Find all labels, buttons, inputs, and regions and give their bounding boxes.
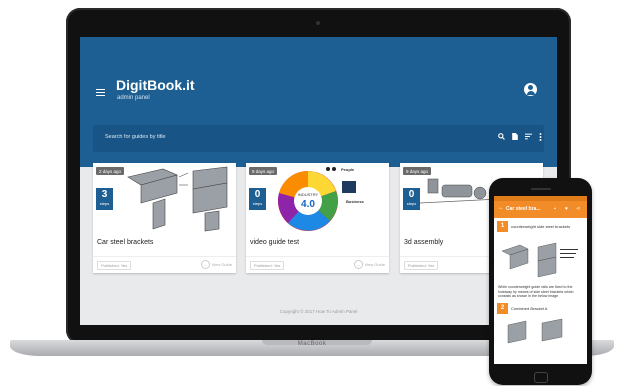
- steps-label: steps: [406, 201, 417, 206]
- view-guide-label: View Guide: [211, 262, 232, 267]
- arrow-icon: →: [353, 260, 363, 269]
- industry-text: INDUSTRY: [298, 192, 319, 197]
- date-label: 2 days ago: [96, 167, 125, 175]
- step-number: 1: [497, 221, 508, 232]
- date-label: 9 days ago: [249, 167, 278, 175]
- svg-text:· · ·: · · ·: [161, 170, 166, 174]
- business-text: Business: [346, 199, 365, 204]
- step-image: [498, 235, 583, 283]
- search-bar: [93, 125, 544, 152]
- step-title: counterweight side steel brackets: [511, 224, 571, 229]
- steps-badge: 3 steps: [96, 188, 113, 210]
- step-number: 2: [497, 302, 508, 314]
- phone-app-bar: ← Car steel bra... ▪ ♥ ⋖: [494, 201, 587, 218]
- laptop-screen: DigitBook.it admin panel Search for guid…: [80, 37, 557, 325]
- view-guide-link[interactable]: →View Guide: [200, 260, 232, 269]
- published-tag: Published: Yes: [250, 261, 285, 270]
- app-title: DigitBook.it: [116, 77, 195, 93]
- steps-count: 0: [254, 189, 261, 200]
- steps-label: steps: [252, 201, 263, 206]
- guide-card[interactable]: · · · 2 days ago 3 steps Car steel brack…: [93, 163, 236, 273]
- step-description: While counterweight guide rails are fixe…: [498, 285, 574, 299]
- app-header: DigitBook.it admin panel: [80, 37, 557, 167]
- phone-screen: ← Car steel bra... ▪ ♥ ⋖ 1 counterweight…: [494, 196, 587, 364]
- share-icon[interactable]: ⋖: [576, 206, 580, 212]
- search-icon[interactable]: [498, 133, 505, 144]
- guide-title[interactable]: Car steel brackets: [97, 239, 153, 246]
- menu-icon[interactable]: [96, 89, 105, 97]
- phone-step[interactable]: 2 Combined Bracket A: [497, 302, 584, 317]
- bookmark-icon[interactable]: ▪: [554, 206, 556, 212]
- guide-card[interactable]: INDUSTRY 4.0 People Business 9 days ago …: [246, 163, 389, 273]
- published-tag: Published: Yes: [404, 261, 439, 270]
- camera-dot: [316, 21, 320, 25]
- steps-badge: 0 steps: [249, 188, 266, 210]
- step-image: [498, 317, 583, 347]
- app-subtitle: admin panel: [117, 95, 150, 101]
- view-guide-label: View Guide: [364, 262, 385, 267]
- steps-badge: 0 steps: [403, 188, 420, 210]
- sort-icon[interactable]: [525, 133, 532, 144]
- people-text: People: [341, 167, 355, 172]
- guide-title[interactable]: 3d assembly: [404, 239, 443, 246]
- phone-header-title: Car steel bra...: [506, 206, 541, 212]
- document-icon[interactable]: [512, 133, 518, 144]
- back-arrow-icon[interactable]: ←: [498, 205, 504, 211]
- step-title: Combined Bracket A: [511, 305, 548, 311]
- copyright-footer: Copyright © 2017 How To Admin Panel: [279, 309, 358, 314]
- phone-step[interactable]: 1 counterweight side steel brackets: [497, 221, 584, 235]
- steps-count: 0: [408, 189, 415, 200]
- account-icon[interactable]: [524, 83, 537, 96]
- search-input[interactable]: [105, 134, 405, 140]
- card-footer: Published: Yes →View Guide: [246, 256, 389, 274]
- steps-label: steps: [99, 201, 110, 206]
- guide-title[interactable]: video guide test: [250, 239, 299, 246]
- favorite-icon[interactable]: ♥: [565, 206, 568, 212]
- guide-thumbnail: · · · 2 days ago 3 steps: [93, 163, 236, 233]
- guide-thumbnail: INDUSTRY 4.0 People Business 9 days ago …: [246, 163, 389, 233]
- phone-speaker: [531, 188, 551, 190]
- version-text: 4.0: [301, 199, 315, 210]
- published-tag: Published: Yes: [97, 261, 132, 270]
- date-label: 9 days ago: [403, 167, 432, 175]
- card-footer: Published: Yes →View Guide: [93, 256, 236, 274]
- phone-home-button[interactable]: [534, 372, 548, 383]
- view-guide-link[interactable]: →View Guide: [353, 260, 385, 269]
- steps-count: 3: [101, 189, 108, 200]
- more-vert-icon[interactable]: [539, 133, 542, 145]
- arrow-icon: →: [200, 260, 210, 269]
